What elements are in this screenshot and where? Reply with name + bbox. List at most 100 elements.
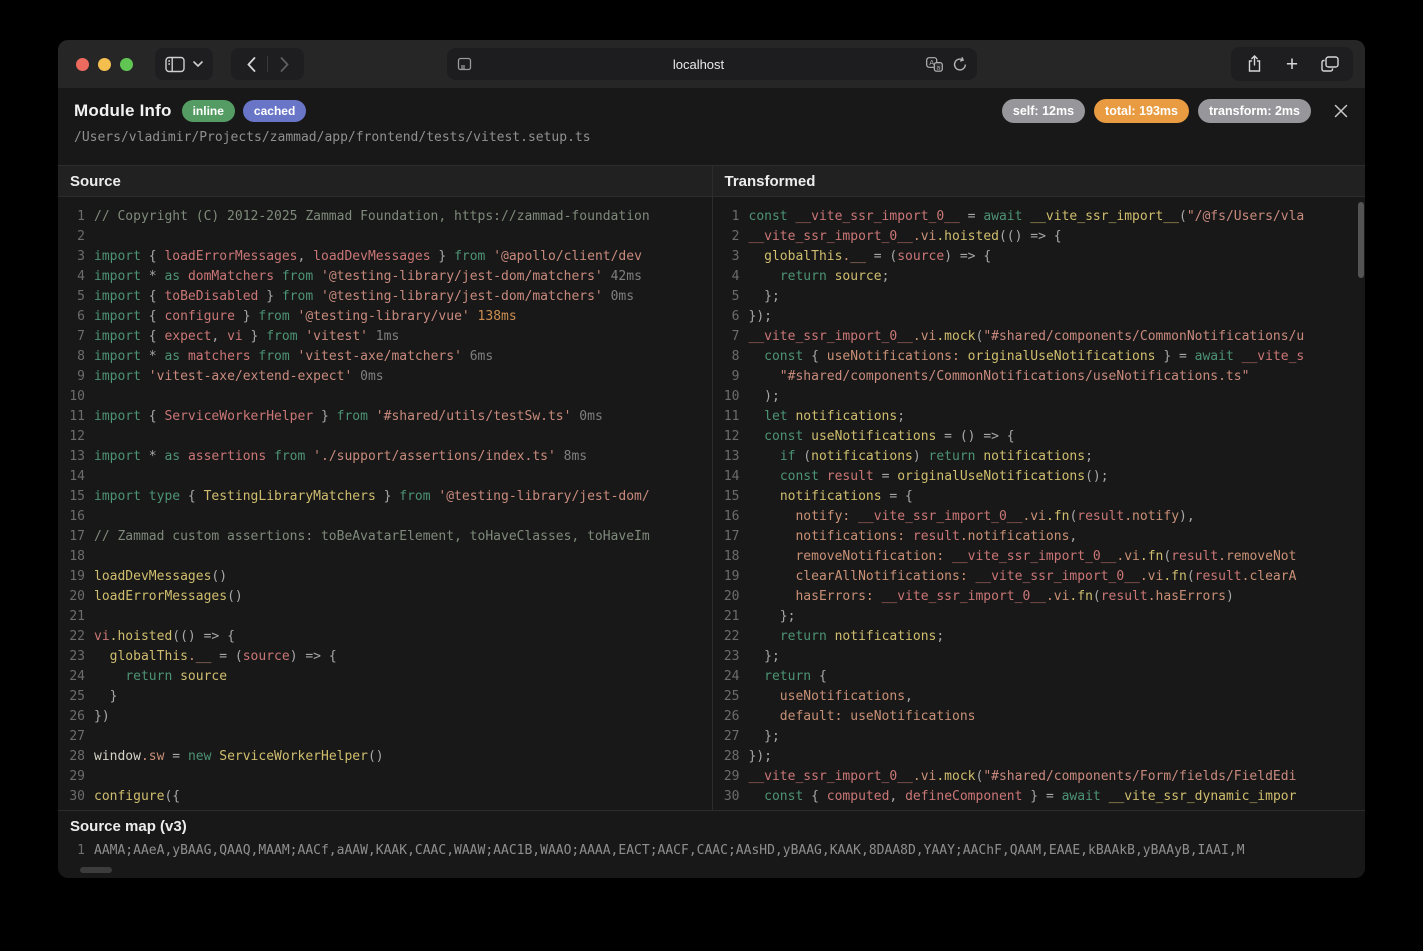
line-number: 19 <box>58 567 94 587</box>
line-number: 1 <box>58 207 94 227</box>
code-line: 30 const { computed, defineComponent } =… <box>713 787 1366 807</box>
code-line: 16 <box>58 507 712 527</box>
line-number: 22 <box>58 627 94 647</box>
address-bar-actions: A a <box>926 57 967 72</box>
zoom-traffic-light[interactable] <box>120 58 133 71</box>
line-number: 10 <box>713 387 749 407</box>
module-info-header: Module Info inlinecached self: 12mstotal… <box>58 88 1365 165</box>
translate-icon[interactable]: A a <box>926 57 943 72</box>
code-line: 1const __vite_ssr_import_0__ = await __v… <box>713 207 1366 227</box>
line-number: 11 <box>58 407 94 427</box>
code-line: 3import { loadErrorMessages, loadDevMess… <box>58 247 712 267</box>
line-number: 16 <box>713 507 749 527</box>
chevron-down-icon <box>193 61 203 67</box>
sourcemap-line-number: 1 <box>58 841 94 861</box>
transformed-code[interactable]: 1const __vite_ssr_import_0__ = await __v… <box>713 197 1366 810</box>
line-number: 27 <box>713 727 749 747</box>
code-line: 20loadErrorMessages() <box>58 587 712 607</box>
line-number: 8 <box>58 347 94 367</box>
new-tab-button[interactable]: + <box>1275 48 1309 80</box>
tabs-overview-button[interactable] <box>1313 48 1347 80</box>
module-path: /Users/vladimir/Projects/zammad/app/fron… <box>74 130 1349 145</box>
line-number: 6 <box>713 307 749 327</box>
minimize-traffic-light[interactable] <box>98 58 111 71</box>
sidebar-toggle-button[interactable] <box>155 48 213 80</box>
svg-text:a: a <box>936 64 940 71</box>
line-number: 24 <box>58 667 94 687</box>
code-line: 7__vite_ssr_import_0__.vi.mock("#shared/… <box>713 327 1366 347</box>
timing-badges: self: 12mstotal: 193mstransform: 2ms <box>1002 99 1311 123</box>
line-number: 25 <box>58 687 94 707</box>
line-number: 30 <box>58 787 94 807</box>
sidebar-icon <box>165 56 185 73</box>
code-line: 4 return source; <box>713 267 1366 287</box>
code-line: 11 let notifications; <box>713 407 1366 427</box>
code-line: 4import * as domMatchers from '@testing-… <box>58 267 712 287</box>
line-number: 24 <box>713 667 749 687</box>
line-number: 4 <box>58 267 94 287</box>
code-line: 12 <box>58 427 712 447</box>
share-button[interactable] <box>1237 48 1271 80</box>
chevron-right-icon <box>280 57 289 72</box>
code-line: 8 const { useNotifications: originalUseN… <box>713 347 1366 367</box>
line-number: 11 <box>713 407 749 427</box>
code-line: 15import type { TestingLibraryMatchers }… <box>58 487 712 507</box>
code-line: 23 globalThis.__ = (source) => { <box>58 647 712 667</box>
line-number: 9 <box>58 367 94 387</box>
vertical-scrollbar-thumb[interactable] <box>1358 202 1364 278</box>
share-icon <box>1247 55 1262 73</box>
sourcemap-content: AAMA;AAeA,yBAAG,QAAQ,MAAM;AACf,aAAW,KAAK… <box>94 841 1245 861</box>
address-bar[interactable]: localhost A a <box>447 48 977 80</box>
line-number: 28 <box>713 747 749 767</box>
line-number: 28 <box>58 747 94 767</box>
code-line: 22vi.hoisted(() => { <box>58 627 712 647</box>
code-line: 21 }; <box>713 607 1366 627</box>
line-number: 7 <box>58 327 94 347</box>
code-line: 18 removeNotification: __vite_ssr_import… <box>713 547 1366 567</box>
line-number: 5 <box>58 287 94 307</box>
tabs-icon <box>1321 56 1339 72</box>
line-number: 16 <box>58 507 94 527</box>
transformed-panel: Transformed 1const __vite_ssr_import_0__… <box>712 166 1366 810</box>
line-number: 13 <box>713 447 749 467</box>
code-line: 11import { ServiceWorkerHelper } from '#… <box>58 407 712 427</box>
code-line: 29__vite_ssr_import_0__.vi.mock("#shared… <box>713 767 1366 787</box>
toolbar-right-cluster: + <box>1231 47 1353 81</box>
line-number: 21 <box>58 607 94 627</box>
code-line: 21 <box>58 607 712 627</box>
line-number: 9 <box>713 367 749 387</box>
reload-icon[interactable] <box>953 57 967 72</box>
page-settings-icon[interactable] <box>457 57 472 71</box>
code-line: 3 globalThis.__ = (source) => { <box>713 247 1366 267</box>
line-number: 23 <box>713 647 749 667</box>
close-button[interactable] <box>1331 101 1351 121</box>
source-code[interactable]: 1// Copyright (C) 2012-2025 Zammad Found… <box>58 197 712 810</box>
close-traffic-light[interactable] <box>76 58 89 71</box>
line-number: 18 <box>58 547 94 567</box>
module-badges: inlinecached <box>182 100 307 122</box>
traffic-lights <box>76 58 133 71</box>
svg-text:A: A <box>929 58 934 67</box>
code-line: 1// Copyright (C) 2012-2025 Zammad Found… <box>58 207 712 227</box>
sourcemap-title: Source map (v3) <box>58 811 1365 841</box>
code-line: 25 } <box>58 687 712 707</box>
code-line: 26 default: useNotifications <box>713 707 1366 727</box>
forward-button[interactable] <box>268 48 300 80</box>
line-number: 29 <box>58 767 94 787</box>
line-number: 17 <box>58 527 94 547</box>
line-number: 20 <box>713 587 749 607</box>
back-button[interactable] <box>235 48 267 80</box>
timing-badge: total: 193ms <box>1094 99 1189 123</box>
code-line: 29 <box>58 767 712 787</box>
line-number: 2 <box>58 227 94 247</box>
code-line: 14 <box>58 467 712 487</box>
sourcemap-line: 1 AAMA;AAeA,yBAAG,QAAQ,MAAM;AACf,aAAW,KA… <box>58 841 1365 861</box>
module-badge: inline <box>182 100 235 122</box>
timing-badge: transform: 2ms <box>1198 99 1311 123</box>
browser-window: localhost A a <box>58 40 1365 878</box>
code-line: 19loadDevMessages() <box>58 567 712 587</box>
line-number: 14 <box>713 467 749 487</box>
line-number: 15 <box>58 487 94 507</box>
horizontal-scrollbar-thumb[interactable] <box>80 867 112 873</box>
navigation-buttons <box>231 48 304 80</box>
